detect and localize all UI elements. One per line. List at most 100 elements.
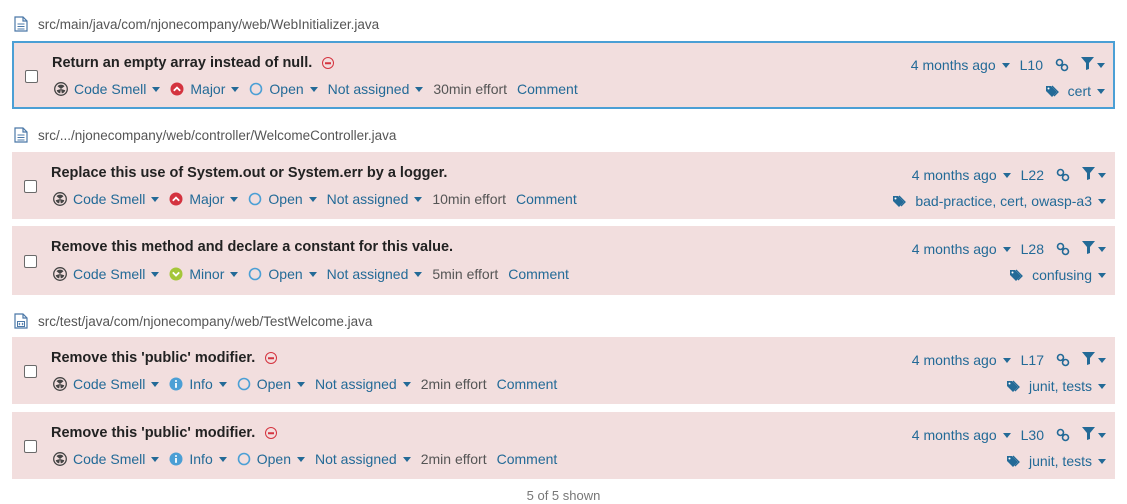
type-label: Code Smell: [73, 451, 146, 467]
type-dropdown[interactable]: Code Smell: [53, 451, 160, 467]
type-dropdown[interactable]: Code Smell: [53, 191, 160, 207]
date-dropdown[interactable]: 4 months ago: [912, 427, 1011, 443]
status-dropdown[interactable]: Open: [248, 191, 317, 207]
issue-row[interactable]: Remove this 'public' modifier. Code Smel…: [12, 412, 1115, 479]
severity-dropdown[interactable]: Major: [169, 191, 239, 207]
type-dropdown[interactable]: Code Smell: [53, 266, 160, 282]
status-dropdown[interactable]: Open: [237, 451, 305, 467]
permalink-icon[interactable]: [1056, 428, 1070, 442]
filter-dropdown[interactable]: [1082, 241, 1106, 257]
date-dropdown[interactable]: 4 months ago: [912, 352, 1011, 368]
filter-dropdown[interactable]: [1082, 352, 1106, 368]
chevron-down-icon: [218, 381, 227, 387]
issue-row[interactable]: Remove this method and declare a constan…: [12, 226, 1115, 295]
results-count: 5 of 5 shown: [526, 488, 601, 503]
chevron-down-icon: [1098, 458, 1106, 464]
issue-row[interactable]: Remove this 'public' modifier. Code Smel…: [12, 337, 1115, 404]
file-path[interactable]: src/.../njonecompany/web/controller/Welc…: [38, 128, 396, 143]
code-smell-icon: [53, 377, 67, 391]
date-dropdown[interactable]: 4 months ago: [912, 167, 1011, 183]
issue-row[interactable]: Return an empty array instead of null. C…: [12, 41, 1115, 109]
issue-message[interactable]: Return an empty array instead of null.: [52, 55, 312, 71]
comment-link[interactable]: Comment: [516, 191, 577, 207]
date-label: 4 months ago: [911, 241, 997, 257]
chevron-down-icon: [230, 271, 239, 277]
chevron-down-icon: [151, 456, 160, 462]
assignee-dropdown[interactable]: Not assigned: [327, 266, 423, 282]
issue-checkbox[interactable]: [24, 365, 37, 378]
chevron-down-icon: [1098, 432, 1106, 438]
info-severity-icon: [169, 452, 183, 466]
filter-icon: [1082, 352, 1095, 368]
chevron-down-icon: [402, 381, 411, 387]
assignee-dropdown[interactable]: Not assigned: [315, 376, 411, 392]
chevron-down-icon: [414, 196, 423, 202]
issue-meta: Code Smell Major Open Not assigned 30min…: [54, 81, 588, 97]
issue-message[interactable]: Remove this 'public' modifier.: [51, 425, 255, 441]
severity-dropdown[interactable]: Major: [170, 81, 240, 97]
severity-dropdown[interactable]: Minor: [169, 266, 239, 282]
tags-dropdown[interactable]: cert: [1045, 83, 1105, 99]
chevron-down-icon: [1002, 246, 1011, 252]
comment-link[interactable]: Comment: [497, 451, 558, 467]
tags-dropdown[interactable]: junit, tests: [1006, 378, 1106, 394]
filter-dropdown[interactable]: [1082, 167, 1106, 183]
issue-row[interactable]: Replace this use of System.out or System…: [12, 152, 1115, 219]
issue-message[interactable]: Remove this 'public' modifier.: [51, 350, 255, 366]
tag-icon: [1045, 85, 1062, 98]
comment-link[interactable]: Comment: [508, 266, 569, 282]
severity-label: Minor: [189, 266, 225, 282]
permalink-icon[interactable]: [1055, 58, 1069, 72]
tags-dropdown[interactable]: bad-practice, cert, owasp-a3: [893, 193, 1106, 209]
issue-message[interactable]: Remove this method and declare a constan…: [51, 239, 453, 255]
assignee-dropdown[interactable]: Not assigned: [328, 81, 424, 97]
line-number[interactable]: L30: [1021, 427, 1044, 443]
type-dropdown[interactable]: Code Smell: [54, 81, 161, 97]
issue-message[interactable]: Replace this use of System.out or System…: [51, 165, 447, 181]
issue-checkbox[interactable]: [25, 70, 38, 83]
assignee-dropdown[interactable]: Not assigned: [327, 191, 423, 207]
line-number[interactable]: L28: [1021, 241, 1044, 257]
status-dropdown[interactable]: Open: [237, 376, 305, 392]
issue-checkbox[interactable]: [24, 440, 37, 453]
date-dropdown[interactable]: 4 months ago: [911, 57, 1010, 73]
issue-checkbox[interactable]: [24, 180, 37, 193]
comment-link[interactable]: Comment: [497, 376, 558, 392]
assignee-label: Not assigned: [327, 81, 410, 97]
permalink-icon[interactable]: [1056, 242, 1070, 256]
chevron-down-icon: [1098, 272, 1106, 278]
filter-dropdown[interactable]: [1082, 427, 1106, 443]
date-label: 4 months ago: [911, 427, 997, 443]
assignee-dropdown[interactable]: Not assigned: [315, 451, 411, 467]
type-dropdown[interactable]: Code Smell: [53, 376, 160, 392]
chevron-down-icon: [1002, 432, 1011, 438]
permalink-icon[interactable]: [1056, 168, 1070, 182]
severity-dropdown[interactable]: Info: [169, 451, 227, 467]
status-dropdown[interactable]: Open: [248, 266, 317, 282]
filter-dropdown[interactable]: [1081, 57, 1105, 73]
chevron-down-icon: [218, 456, 227, 462]
line-number[interactable]: L22: [1021, 167, 1044, 183]
severity-label: Info: [189, 376, 213, 392]
file-path[interactable]: src/test/java/com/njonecompany/web/TestW…: [38, 314, 372, 329]
status-label: Open: [269, 81, 304, 97]
permalink-icon[interactable]: [1056, 353, 1070, 367]
line-number[interactable]: L10: [1020, 57, 1043, 73]
assignee-label: Not assigned: [326, 266, 409, 282]
chevron-down-icon: [230, 196, 239, 202]
code-smell-icon: [54, 82, 68, 96]
issue-checkbox[interactable]: [24, 255, 37, 268]
status-dropdown[interactable]: Open: [249, 81, 318, 97]
tags-label: junit, tests: [1028, 378, 1092, 394]
date-dropdown[interactable]: 4 months ago: [912, 241, 1011, 257]
tags-dropdown[interactable]: confusing: [1010, 267, 1106, 283]
severity-dropdown[interactable]: Info: [169, 376, 227, 392]
file-icon: [14, 16, 28, 32]
comment-link[interactable]: Comment: [517, 81, 578, 97]
tags-dropdown[interactable]: junit, tests: [1006, 453, 1106, 469]
tags-label: bad-practice, cert, owasp-a3: [915, 193, 1092, 209]
file-path[interactable]: src/main/java/com/njonecompany/web/WebIn…: [38, 17, 379, 32]
chevron-down-icon: [1097, 62, 1105, 68]
line-number[interactable]: L17: [1021, 352, 1044, 368]
type-label: Code Smell: [74, 81, 147, 97]
